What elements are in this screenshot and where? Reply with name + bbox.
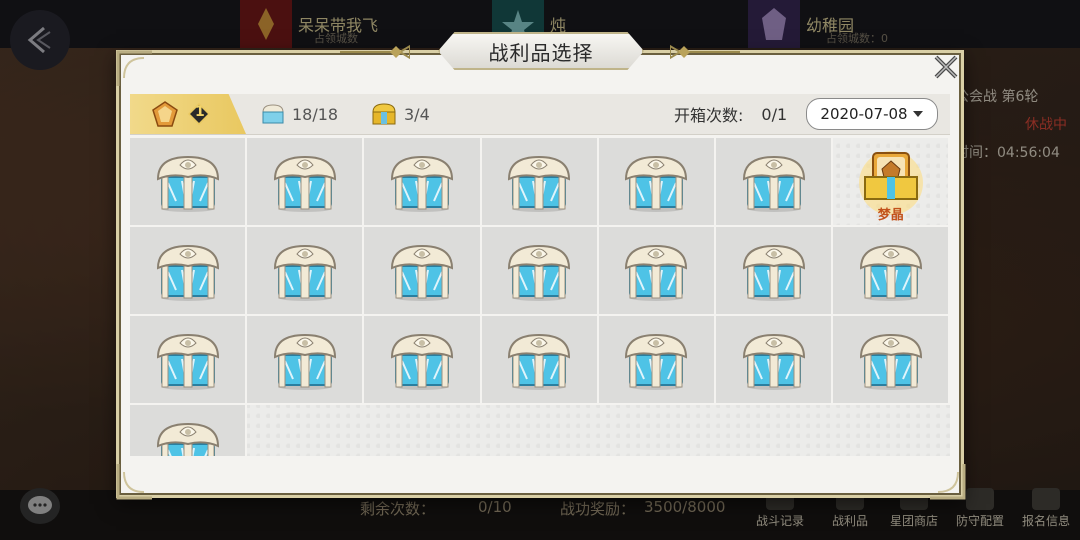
title-ornament-right-icon: [670, 44, 740, 60]
treasure-chest-icon: [625, 244, 688, 301]
gold-chest-count-stat: 3/4: [370, 94, 430, 134]
chest-slot[interactable]: [364, 316, 482, 405]
date-value: 2020-07-08: [820, 105, 908, 123]
treasure-chest-icon: [156, 244, 219, 301]
corner-ornament-icon: [116, 50, 152, 86]
chest-slot[interactable]: [130, 405, 248, 456]
corner-ornament-icon: [116, 464, 152, 500]
treasure-chest-icon: [156, 333, 219, 390]
chest-slot[interactable]: [716, 316, 834, 405]
chest-slot[interactable]: [247, 316, 365, 405]
treasure-chest-icon: [508, 155, 571, 212]
chest-slot[interactable]: [247, 227, 365, 316]
chest-count-value: 18/18: [292, 104, 339, 124]
title-bar: 战利品选择: [438, 32, 644, 70]
silver-chest-icon: [262, 104, 284, 124]
chest-slot[interactable]: [364, 227, 482, 316]
chest-slot[interactable]: [833, 227, 950, 316]
chest-slot[interactable]: [481, 316, 599, 405]
treasure-chest-icon: [508, 244, 571, 301]
treasure-chest-icon: [742, 244, 805, 301]
chest-slot[interactable]: [481, 227, 599, 316]
dialog-title: 战利品选择: [488, 40, 594, 65]
title-ornament-left-icon: [340, 44, 410, 60]
chest-slot[interactable]: [716, 138, 834, 227]
chest-slot[interactable]: [598, 138, 716, 227]
chest-count-stat: 18/18: [260, 94, 338, 134]
close-button[interactable]: [926, 48, 966, 86]
corner-ornament-icon: [930, 464, 966, 500]
chest-slot[interactable]: [598, 227, 716, 316]
open-count-label: 开箱次数:: [674, 106, 744, 125]
treasure-chest-icon: [508, 333, 571, 390]
treasure-chest-icon: [625, 155, 688, 212]
reward-name-label: 梦晶: [877, 208, 904, 223]
chest-slot[interactable]: [130, 227, 248, 316]
treasure-chest-icon: [390, 155, 453, 212]
treasure-chest-icon: [273, 333, 336, 390]
treasure-chest-icon: [390, 244, 453, 301]
treasure-chest-icon: [273, 155, 336, 212]
close-icon: [934, 55, 958, 79]
tab-badge-number: 1: [195, 104, 205, 120]
tab-loot-type[interactable]: 1: [130, 94, 246, 134]
chest-grid: 梦晶: [130, 138, 950, 456]
chest-slot[interactable]: [716, 227, 834, 316]
treasure-chest-icon: [156, 155, 219, 212]
treasure-chest-icon: [742, 333, 805, 390]
chevron-down-icon: [912, 111, 923, 117]
date-dropdown[interactable]: 2020-07-08: [806, 98, 938, 130]
open-count-value: 0/1: [761, 104, 788, 124]
chest-slot[interactable]: [833, 316, 950, 405]
chest-slot[interactable]: [130, 316, 248, 405]
treasure-chest-icon: [390, 333, 453, 390]
treasure-chest-icon: [859, 244, 922, 301]
crystal-reward-icon: [152, 101, 178, 127]
treasure-chest-icon: [156, 422, 219, 456]
treasure-chest-icon: [625, 333, 688, 390]
gold-chest-icon: [372, 103, 396, 125]
chest-slot[interactable]: [247, 138, 365, 227]
gold-chest-count-value: 3/4: [404, 104, 430, 124]
chest-slot[interactable]: [598, 316, 716, 405]
chest-slot[interactable]: [364, 138, 482, 227]
chest-slot-opened[interactable]: 梦晶: [833, 138, 950, 227]
chest-slot[interactable]: [481, 138, 599, 227]
treasure-chest-icon: [859, 333, 922, 390]
loot-info-strip: 1 18/18 3/4 开箱次数: 0/1 2020-07-08: [130, 94, 950, 135]
treasure-chest-icon: [273, 244, 336, 301]
chest-slot[interactable]: [130, 138, 248, 227]
open-count: 开箱次数: 0/1: [674, 94, 787, 134]
treasure-chest-icon: [742, 155, 805, 212]
